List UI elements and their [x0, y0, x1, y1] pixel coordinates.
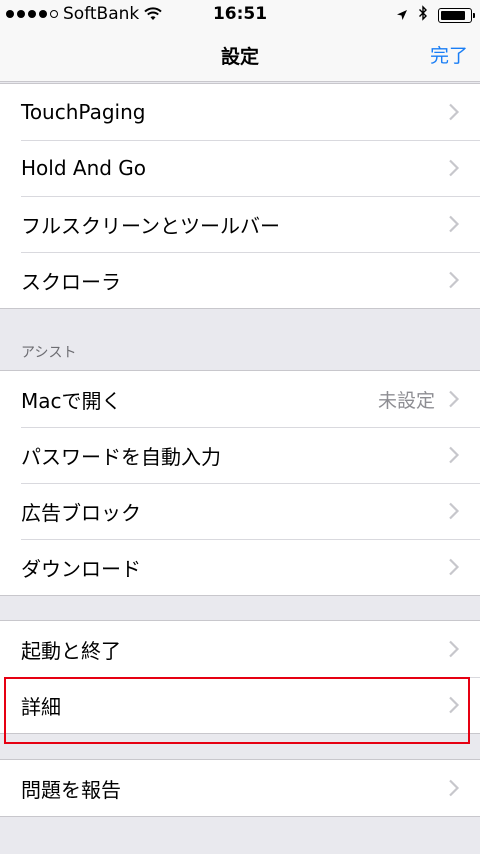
row-value: 未設定: [377, 389, 435, 412]
row-hold-and-go[interactable]: Hold And Go: [0, 140, 480, 196]
row-label: 起動と終了: [21, 638, 121, 663]
done-button[interactable]: 完了: [430, 41, 468, 68]
battery-icon: [438, 8, 475, 23]
location-arrow-icon: [396, 6, 408, 26]
row-label: フルスクリーンとツールバー: [21, 213, 280, 238]
status-bar: SoftBank 16:51: [0, 0, 480, 30]
row-open-in-mac[interactable]: Macで開く 未設定: [0, 371, 480, 427]
row-fullscreen-toolbar[interactable]: フルスクリーンとツールバー: [0, 196, 480, 252]
row-label: 広告ブロック: [21, 500, 141, 525]
row-report-problem[interactable]: 問題を報告: [0, 760, 480, 816]
row-touchpaging[interactable]: TouchPaging: [0, 84, 480, 140]
chevron-right-icon: [448, 103, 460, 121]
chevron-right-icon: [448, 159, 460, 177]
row-label: Macで開く: [21, 388, 122, 413]
row-label: 詳細: [21, 694, 61, 719]
row-label: ダウンロード: [21, 556, 141, 581]
row-label: Hold And Go: [21, 156, 147, 180]
section-header-assist: アシスト: [21, 345, 77, 361]
row-label: 問題を報告: [21, 777, 121, 802]
settings-group-general: 起動と終了 詳細: [0, 620, 480, 734]
row-password-autofill[interactable]: パスワードを自動入力: [0, 427, 480, 483]
chevron-right-icon: [448, 215, 460, 233]
bluetooth-icon: [418, 5, 428, 26]
chevron-right-icon: [448, 558, 460, 576]
navigation-bar: 設定 完了: [0, 30, 480, 82]
chevron-right-icon: [448, 271, 460, 289]
settings-group-display: TouchPaging Hold And Go フルスクリーンとツールバー スク…: [0, 83, 480, 309]
chevron-right-icon: [448, 779, 460, 797]
row-label: パスワードを自動入力: [21, 444, 221, 469]
row-label: スクローラ: [21, 269, 121, 294]
chevron-right-icon: [448, 390, 460, 408]
row-label: TouchPaging: [21, 100, 146, 124]
settings-group-assist: Macで開く 未設定 パスワードを自動入力 広告ブロック ダウンロード: [0, 370, 480, 596]
page-title: 設定: [220, 46, 259, 68]
chevron-right-icon: [448, 446, 460, 464]
chevron-right-icon: [448, 696, 460, 714]
row-scroller[interactable]: スクローラ: [0, 252, 480, 308]
chevron-right-icon: [448, 502, 460, 520]
row-ad-block[interactable]: 広告ブロック: [0, 483, 480, 539]
row-advanced[interactable]: 詳細: [0, 677, 480, 733]
battery-fill: [441, 11, 465, 20]
row-launch-and-quit[interactable]: 起動と終了: [0, 621, 480, 677]
chevron-right-icon: [448, 640, 460, 658]
status-right: [396, 5, 475, 26]
settings-group-support: 問題を報告: [0, 759, 480, 817]
row-download[interactable]: ダウンロード: [0, 539, 480, 595]
